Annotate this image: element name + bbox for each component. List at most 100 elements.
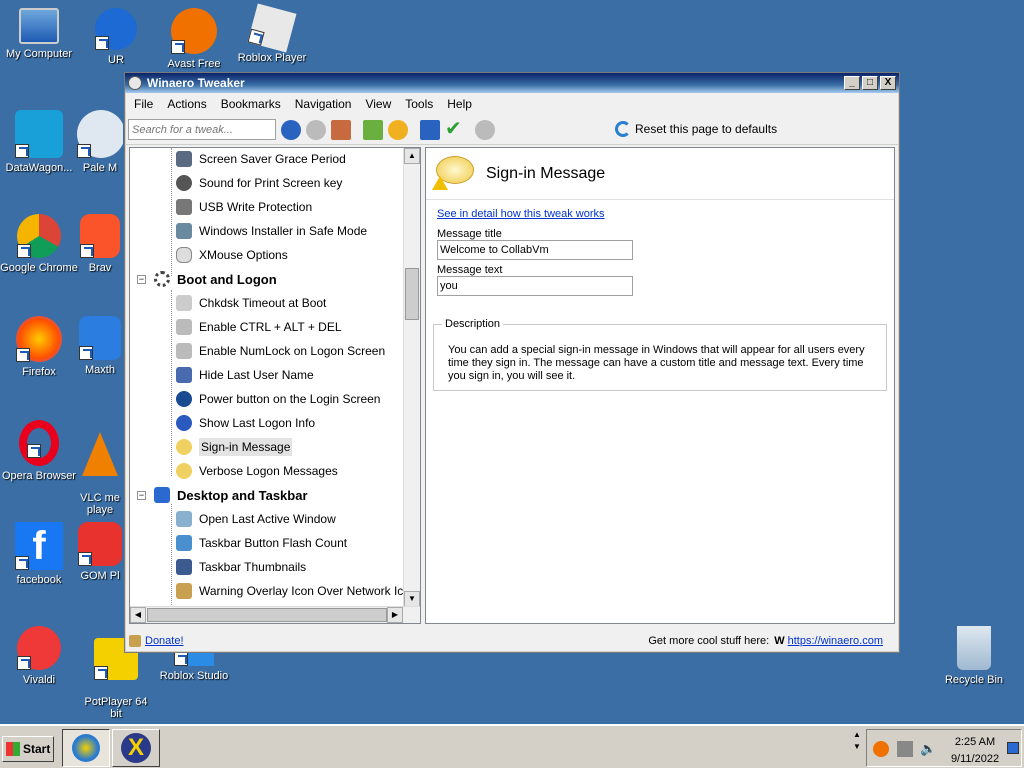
show-desktop-icon[interactable] bbox=[1007, 742, 1019, 754]
desktop-icon-brave[interactable]: Brav bbox=[77, 214, 123, 274]
desktop-icon-datawagon[interactable]: DataWagon... bbox=[0, 110, 78, 174]
desktop-icon-label: facebook bbox=[16, 574, 62, 586]
message-text-input[interactable] bbox=[437, 276, 633, 296]
collapse-desktop-taskbar-toggle[interactable]: − bbox=[137, 491, 146, 500]
tree-horizontal-scrollbar[interactable]: ◀ ▶ bbox=[130, 606, 420, 623]
tree-item[interactable]: Chkdsk Timeout at Boot bbox=[176, 292, 326, 314]
scroll-thumb[interactable] bbox=[405, 268, 419, 320]
tree-item[interactable]: Enable NumLock on Logon Screen bbox=[176, 340, 385, 362]
menu-help[interactable]: Help bbox=[440, 97, 479, 111]
avast-tray-icon[interactable] bbox=[873, 741, 889, 757]
tree-item[interactable]: Taskbar Thumbnails bbox=[176, 556, 306, 578]
tree-category[interactable]: Desktop and Taskbar bbox=[154, 484, 308, 506]
home-icon[interactable] bbox=[331, 119, 351, 140]
start-button[interactable]: Start bbox=[2, 736, 54, 762]
tree-item[interactable]: Hide Last User Name bbox=[176, 364, 314, 386]
tree-item[interactable]: XMouse Options bbox=[176, 244, 288, 266]
back-icon[interactable] bbox=[281, 119, 301, 140]
settings-gear-icon[interactable] bbox=[475, 119, 495, 140]
menu-view[interactable]: View bbox=[358, 97, 398, 111]
tray-scroll-arrows[interactable]: ▲ ▼ bbox=[850, 729, 864, 767]
taskbar-app-x[interactable]: X bbox=[112, 729, 160, 767]
desktop-icon-label: UR bbox=[108, 54, 124, 66]
network-tray-icon[interactable] bbox=[897, 741, 913, 757]
tree-category[interactable]: Boot and Logon bbox=[154, 268, 277, 290]
scroll-down-button[interactable]: ▼ bbox=[404, 591, 420, 607]
tree-item[interactable]: Show Last Logon Info bbox=[176, 412, 315, 434]
scroll-thumb[interactable] bbox=[147, 608, 387, 622]
taskbar-app-winaero[interactable] bbox=[62, 729, 110, 767]
scroll-up-button[interactable]: ▲ bbox=[404, 148, 420, 164]
menu-tools[interactable]: Tools bbox=[398, 97, 440, 111]
forward-icon[interactable] bbox=[306, 119, 326, 140]
maximize-button[interactable]: □ bbox=[862, 76, 878, 90]
menu-bookmarks[interactable]: Bookmarks bbox=[214, 97, 288, 111]
usb-icon bbox=[176, 199, 192, 215]
desktop-icon-opera[interactable]: Opera Browser bbox=[0, 420, 78, 482]
tree-item-selected[interactable]: Sign-in Message bbox=[176, 436, 293, 458]
mouse-icon bbox=[176, 247, 192, 263]
tree-item[interactable]: Enable CTRL + ALT + DEL bbox=[176, 316, 342, 338]
volume-tray-icon[interactable]: 🔈 bbox=[920, 741, 936, 757]
desktop-icon-vivaldi[interactable]: Vivaldi bbox=[0, 626, 78, 686]
tree-item-label: Sign-in Message bbox=[199, 438, 293, 456]
clock[interactable]: 2:25 AM 9/11/2022 bbox=[943, 736, 1007, 766]
keyboard-icon bbox=[176, 319, 192, 335]
desktop-icon-vlc[interactable]: VLC me playe bbox=[77, 420, 123, 516]
menu-actions[interactable]: Actions bbox=[160, 97, 213, 111]
add-bookmark-icon[interactable] bbox=[363, 119, 383, 140]
tree-item-label: XMouse Options bbox=[199, 248, 288, 262]
title-bar[interactable]: Winaero Tweaker _ □ X bbox=[125, 73, 899, 93]
tree-item-label: Power button on the Login Screen bbox=[199, 392, 381, 406]
shortcut-icon[interactable] bbox=[420, 119, 440, 140]
desktop-icon-my-computer[interactable]: My Computer bbox=[0, 8, 78, 60]
tree-item[interactable]: Screen Saver Grace Period bbox=[176, 148, 346, 170]
refresh-icon bbox=[615, 121, 631, 137]
winaero-url-link[interactable]: https://winaero.com bbox=[788, 635, 883, 647]
thumbnail-icon bbox=[176, 559, 192, 575]
tree-guide-line bbox=[171, 504, 172, 607]
scroll-right-button[interactable]: ▶ bbox=[387, 607, 403, 623]
desktop-icon-roblox-player[interactable]: Roblox Player bbox=[233, 3, 311, 64]
detail-link[interactable]: See in detail how this tweak works bbox=[437, 208, 605, 220]
tree-item[interactable]: Windows Installer in Safe Mode bbox=[176, 220, 367, 242]
desktop-icon-chrome[interactable]: Google Chrome bbox=[0, 214, 78, 274]
desktop-icon-maxthon[interactable]: Maxth bbox=[77, 316, 123, 376]
tree-item[interactable]: Power button on the Login Screen bbox=[176, 388, 380, 410]
tree-item[interactable]: USB Write Protection bbox=[176, 196, 312, 218]
tree-item[interactable]: Warning Overlay Icon Over Network Icon i… bbox=[176, 580, 404, 602]
tree-item[interactable]: Verbose Logon Messages bbox=[176, 460, 338, 482]
gom-player-icon bbox=[78, 522, 122, 566]
installer-icon bbox=[176, 223, 192, 239]
tree-item[interactable]: Sound for Print Screen key bbox=[176, 172, 342, 194]
desktop-icon-avast[interactable]: Avast Free bbox=[155, 8, 233, 70]
desktop-icon-gom[interactable]: GOM Pl bbox=[77, 522, 123, 582]
keyboard-icon bbox=[176, 343, 192, 359]
windows-flag-icon bbox=[6, 742, 20, 756]
detail-header: Sign-in Message bbox=[426, 148, 894, 200]
menu-navigation[interactable]: Navigation bbox=[288, 97, 359, 111]
tree-guide-line bbox=[171, 148, 172, 276]
collapse-boot-logon-toggle[interactable]: − bbox=[137, 275, 146, 284]
desktop-icon-label: Maxth bbox=[85, 364, 115, 376]
desktop-icon-pale-moon[interactable]: Pale M bbox=[77, 110, 123, 174]
desktop-icon-facebook[interactable]: f facebook bbox=[0, 522, 78, 586]
search-input[interactable] bbox=[128, 119, 276, 140]
apply-check-icon[interactable]: ✔ bbox=[445, 119, 465, 140]
desktop-icon-firefox[interactable]: Firefox bbox=[0, 316, 78, 378]
message-title-input[interactable] bbox=[437, 240, 633, 260]
desktop-icon-ur[interactable]: UR bbox=[77, 8, 155, 66]
close-button[interactable]: X bbox=[880, 76, 896, 90]
minimize-button[interactable]: _ bbox=[844, 76, 860, 90]
winaero-tweaker-window[interactable]: Winaero Tweaker _ □ X File Actions Bookm… bbox=[124, 72, 900, 653]
desktop-icon-label: Pale M bbox=[82, 162, 118, 174]
menu-file[interactable]: File bbox=[127, 97, 160, 111]
reset-page-button[interactable]: Reset this page to defaults bbox=[615, 121, 777, 137]
tree-item[interactable]: Open Last Active Window bbox=[176, 508, 336, 530]
bookmarks-star-icon[interactable] bbox=[388, 119, 408, 140]
scroll-left-button[interactable]: ◀ bbox=[130, 607, 146, 623]
tree-item[interactable]: Taskbar Button Flash Count bbox=[176, 532, 347, 554]
desktop-icon-recycle-bin[interactable]: Recycle Bin bbox=[935, 626, 1013, 686]
tree-vertical-scrollbar[interactable]: ▲ ▼ bbox=[403, 148, 420, 607]
donate-link[interactable]: Donate! bbox=[145, 635, 184, 647]
